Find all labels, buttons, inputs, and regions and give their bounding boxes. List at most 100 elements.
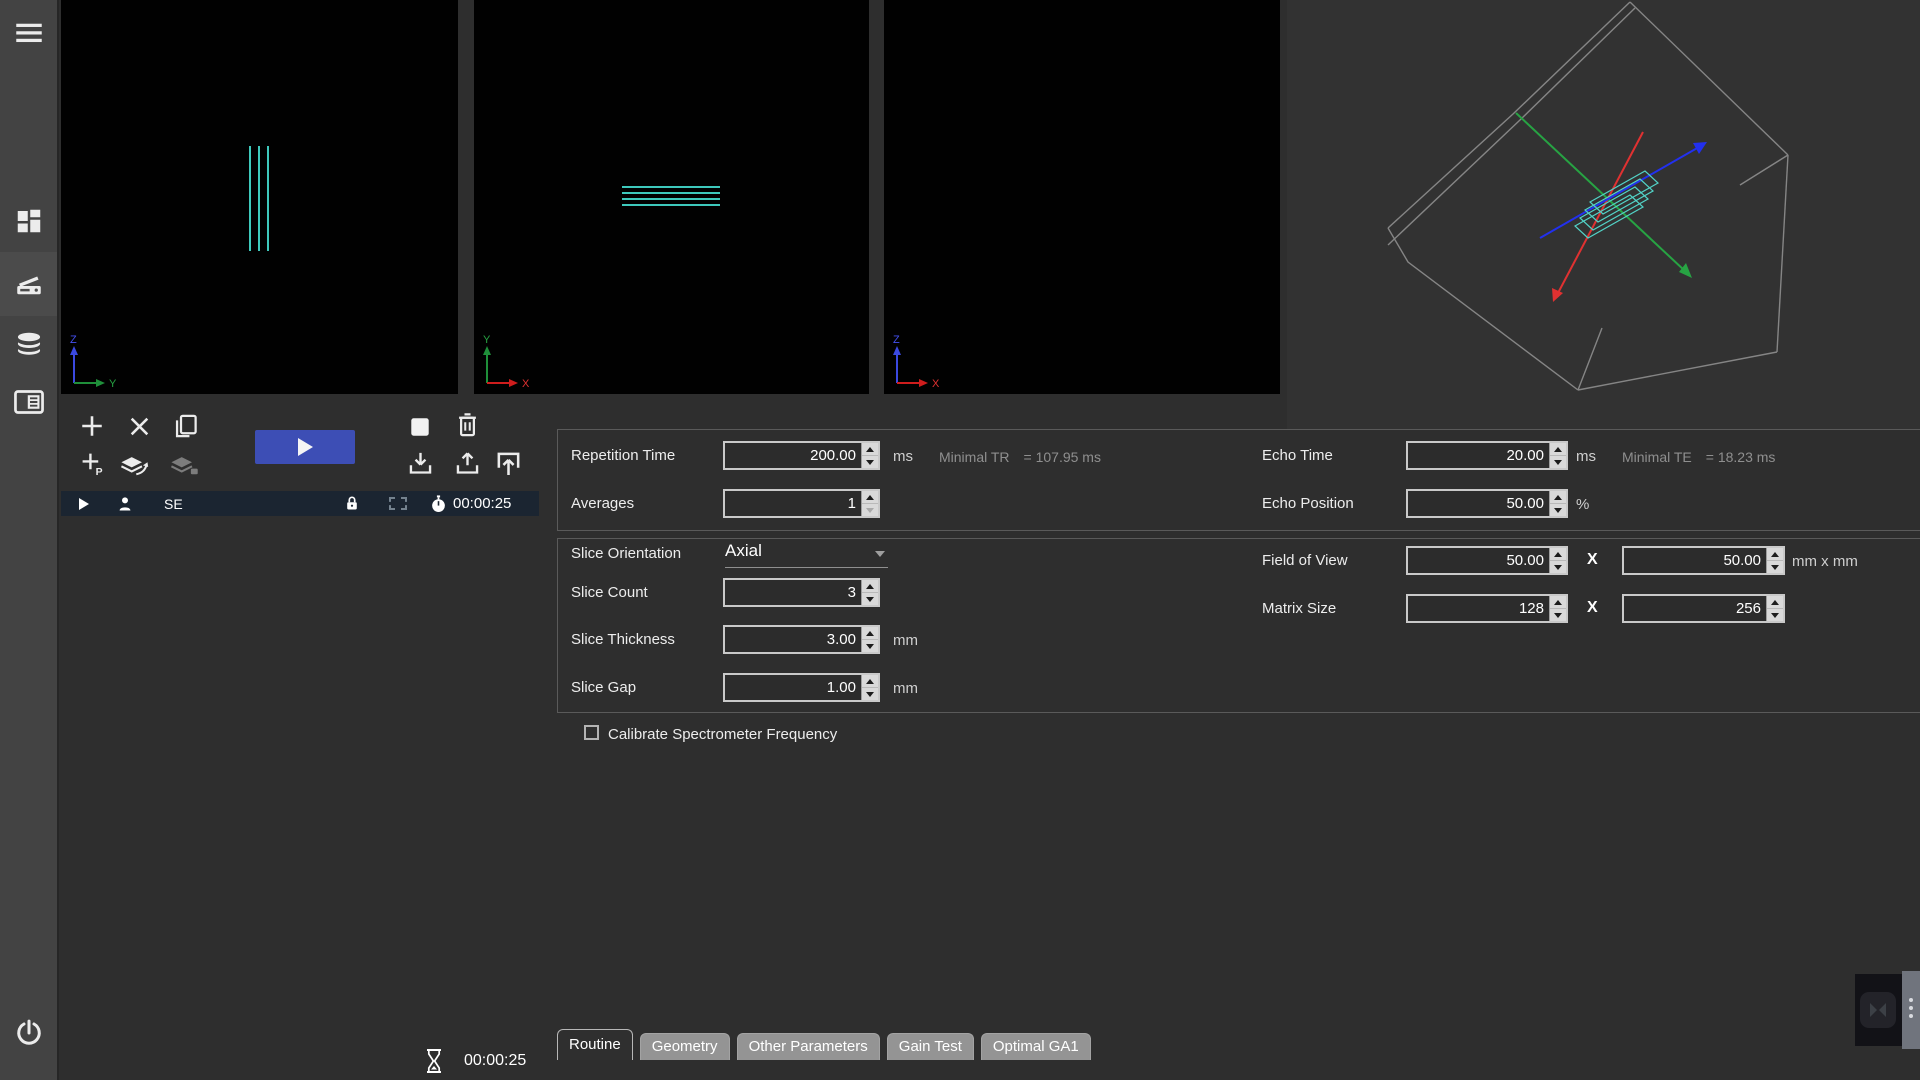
tab-gain-test[interactable]: Gain Test [887,1033,974,1060]
slice-thickness-field[interactable] [723,625,880,654]
spin-down-button[interactable] [1550,456,1566,468]
echo-position-spinner[interactable] [1549,491,1566,516]
repetition-time-input[interactable] [725,443,861,468]
matrix-y-spinner[interactable] [1766,596,1783,621]
sidebar-item-scanner[interactable] [0,269,57,299]
spin-up-button[interactable] [1550,443,1566,456]
add-button[interactable] [79,413,105,439]
export-stack-button[interactable] [118,450,150,478]
sidebar-item-database[interactable] [0,330,57,358]
sidebar-item-dashboard[interactable] [0,206,57,236]
lock-icon [344,495,360,512]
slice-thickness-label: Slice Thickness [571,631,675,648]
tab-optimal-ga1[interactable]: Optimal GA1 [981,1033,1091,1060]
fov-x-spinner[interactable] [1549,548,1566,573]
stop-button[interactable] [409,416,431,438]
publish-button[interactable] [494,449,523,478]
spin-up-button[interactable] [1550,548,1566,561]
sequence-selection-button[interactable] [389,491,407,516]
repetition-time-spinner[interactable] [861,443,878,468]
slice-thickness-input[interactable] [725,627,861,652]
spin-up-button[interactable] [862,491,878,504]
delete-button[interactable] [454,411,481,439]
spin-up-button[interactable] [862,580,878,593]
spin-down-button[interactable] [1767,609,1783,621]
slice-gap-spinner[interactable] [861,675,878,700]
minimal-tr-hint: Minimal TR = 107.95 ms [939,449,1101,465]
fov-x-field[interactable] [1406,546,1568,575]
matrix-x-input[interactable] [1408,596,1549,621]
spin-up-button[interactable] [862,627,878,640]
right-edge-handle[interactable] [1902,971,1920,1049]
run-button[interactable] [255,430,355,464]
slice-viewport-xz[interactable]: Z X [884,0,1280,394]
add-protocol-button[interactable]: P [80,451,105,476]
spin-down-button[interactable] [862,640,878,652]
matrix-y-field[interactable] [1622,594,1785,623]
slice-line [622,192,720,194]
spin-up-button[interactable] [1550,596,1566,609]
menu-button[interactable] [0,22,57,44]
slice-viewport-xy[interactable]: Y X [474,0,869,394]
spin-down-button[interactable] [1550,504,1566,516]
fov-x-input[interactable] [1408,548,1549,573]
fov-y-field[interactable] [1622,546,1785,575]
handle-dot [1909,1014,1913,1018]
slice-count-field[interactable] [723,578,880,607]
slice-viewport-yz[interactable]: Z Y [61,0,458,394]
echo-time-field[interactable] [1406,441,1568,470]
spin-down-button[interactable] [862,688,878,700]
spin-down-button[interactable] [862,504,878,516]
duplicate-button[interactable] [172,413,199,440]
matrix-x-spinner[interactable] [1549,596,1566,621]
spin-down-button[interactable] [862,456,878,468]
tab-other-parameters[interactable]: Other Parameters [737,1033,880,1060]
echo-time-spinner[interactable] [1549,443,1566,468]
slice-count-input[interactable] [725,580,861,605]
echo-time-input[interactable] [1408,443,1549,468]
spin-up-button[interactable] [862,675,878,688]
matrix-y-input[interactable] [1624,596,1766,621]
spin-up-button[interactable] [1767,596,1783,609]
spin-down-button[interactable] [1550,609,1566,621]
viewport-3d[interactable] [1287,0,1920,430]
spin-up-button[interactable] [1767,548,1783,561]
calibrate-frequency-checkbox[interactable] [584,725,599,740]
fov-y-input[interactable] [1624,548,1766,573]
copy-icon [172,413,199,440]
power-button[interactable] [0,1018,57,1048]
spin-up-button[interactable] [1550,491,1566,504]
sidebar-item-records[interactable] [0,388,57,416]
spin-up-button[interactable] [862,443,878,456]
close-icon [127,414,152,439]
spin-down-button[interactable] [862,593,878,605]
slice-gap-field[interactable] [723,673,880,702]
fov-y-spinner[interactable] [1766,548,1783,573]
echo-position-field[interactable] [1406,489,1568,518]
chat-widget-button[interactable] [1860,992,1896,1028]
slice-gap-input[interactable] [725,675,861,700]
echo-position-input[interactable] [1408,491,1549,516]
sequence-play-button[interactable] [79,491,89,516]
spin-down-button[interactable] [1767,561,1783,573]
averages-spinner[interactable] [861,491,878,516]
sequence-owner-button[interactable] [117,491,133,516]
stack-disabled-button[interactable] [168,450,200,478]
spin-down-button[interactable] [1550,561,1566,573]
averages-field[interactable] [723,489,880,518]
upload-button[interactable] [454,450,481,477]
remove-button[interactable] [127,414,152,439]
slice-gap-unit: mm [893,680,918,697]
repetition-time-field[interactable] [723,441,880,470]
matrix-x-field[interactable] [1406,594,1568,623]
sequence-row[interactable]: SE 00:00:25 [61,491,539,516]
sequence-lock-button[interactable] [344,491,360,516]
slice-thickness-spinner[interactable] [861,627,878,652]
chevron-down-icon [875,551,885,557]
download-button[interactable] [407,450,434,477]
slice-count-spinner[interactable] [861,580,878,605]
tab-routine[interactable]: Routine [557,1029,633,1060]
averages-input[interactable] [725,491,861,516]
slice-orientation-select[interactable]: Axial [725,538,888,568]
tab-geometry[interactable]: Geometry [640,1033,730,1060]
